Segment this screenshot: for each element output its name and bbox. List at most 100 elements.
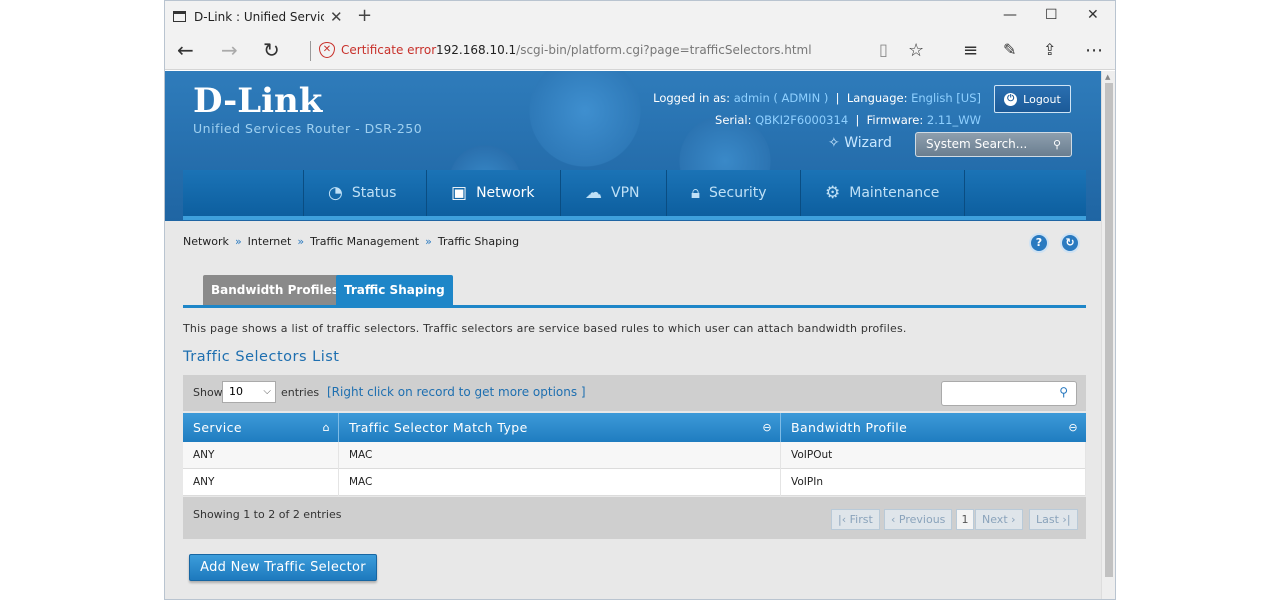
lock-icon: 🔒︎ [691, 183, 701, 203]
menu-maintenance[interactable]: ⚙ Maintenance [801, 170, 965, 216]
gears-icon: ⚙ [825, 183, 841, 203]
url-field[interactable]: 192.168.10.1/scgi-bin/platform.cgi?page=… [436, 43, 812, 57]
menu-maintenance-label: Maintenance [849, 185, 940, 201]
previous-label: Previous [898, 513, 946, 526]
column-match-type-label: Traffic Selector Match Type [349, 420, 528, 435]
title-bar: D-Link : Unified Service: ✕ + — ☐ ✕ [165, 1, 1115, 32]
table-row[interactable]: ANY MAC VoIPOut [183, 442, 1086, 469]
cell-bandwidth-profile: VoIPIn [781, 469, 1086, 496]
logout-label: Logout [1023, 92, 1061, 106]
hub-icon[interactable]: ≡ [963, 40, 978, 61]
product-subtitle: Unified Services Router - DSR-250 [193, 121, 423, 136]
certificate-error-icon[interactable]: ✕ [319, 42, 335, 58]
main-menu: ◔ Status ▣ Network ☁ VPN 🔒︎ Security ⚙ M… [183, 170, 1086, 220]
cell-service: ANY [183, 442, 339, 469]
page-number-button[interactable]: 1 [956, 509, 974, 530]
page-description: This page shows a list of traffic select… [183, 322, 907, 335]
tab-close-icon[interactable]: ✕ [330, 8, 343, 26]
next-icon: › [1007, 513, 1016, 526]
first-label: First [849, 513, 873, 526]
menu-status[interactable]: ◔ Status [303, 170, 427, 216]
web-note-icon[interactable]: ✎ [1003, 40, 1016, 59]
table-row[interactable]: ANY MAC VoIPIn [183, 469, 1086, 496]
previous-page-button[interactable]: ‹ Previous [884, 509, 953, 530]
more-icon[interactable]: ⋯ [1085, 40, 1103, 61]
share-icon[interactable]: ⇪ [1043, 40, 1056, 59]
scrollbar-thumb[interactable] [1105, 83, 1113, 577]
browser-tab[interactable]: D-Link : Unified Service: ✕ [165, 1, 351, 32]
menu-vpn-label: VPN [611, 185, 640, 201]
column-bandwidth-profile[interactable]: Bandwidth Profile ⊖ [781, 413, 1086, 442]
back-icon[interactable]: ← [177, 39, 194, 61]
last-page-button[interactable]: Last ›| [1029, 509, 1078, 530]
browser-window: D-Link : Unified Service: ✕ + — ☐ ✕ ← → … [164, 0, 1116, 600]
menu-status-label: Status [351, 185, 397, 201]
breadcrumb-network[interactable]: Network [183, 235, 229, 248]
breadcrumb-traffic-management[interactable]: Traffic Management [310, 235, 419, 248]
table-header: Service ⌂ Traffic Selector Match Type ⊖ Ba… [183, 413, 1086, 442]
entries-select[interactable]: 10 ⌵ [222, 381, 276, 403]
last-label: Last [1036, 513, 1059, 526]
new-tab-icon[interactable]: + [357, 5, 372, 26]
refresh-page-icon[interactable]: ↻ [1060, 233, 1080, 253]
vertical-scrollbar[interactable]: ▲ [1101, 71, 1115, 599]
serial-value: QBKI2F6000314 [755, 113, 849, 127]
sort-asc-icon: ⌂ [322, 421, 330, 434]
next-page-button[interactable]: Next › [975, 509, 1023, 530]
sort-icon: ⊖ [762, 421, 772, 434]
tab-traffic-shaping[interactable]: Traffic Shaping [336, 275, 453, 305]
certificate-error-label[interactable]: Certificate error [341, 43, 436, 57]
scroll-up-icon[interactable]: ▲ [1105, 73, 1110, 81]
entries-select-value: 10 [229, 385, 243, 398]
address-bar: ← → ↻ ✕ Certificate error 192.168.10.1/s… [165, 32, 1115, 70]
search-icon[interactable]: ⚲ [1059, 385, 1068, 399]
menu-security[interactable]: 🔒︎ Security [667, 170, 801, 216]
serial-label: Serial: [715, 113, 752, 127]
page-header: D-Link Unified Services Router - DSR-250… [165, 71, 1103, 221]
reading-view-icon[interactable]: ▯ [879, 40, 888, 59]
help-icon[interactable]: ? [1029, 233, 1049, 253]
logged-in-user: admin ( ADMIN ) [733, 91, 829, 105]
menu-vpn[interactable]: ☁ VPN [561, 170, 667, 216]
menu-network[interactable]: ▣ Network [427, 170, 561, 216]
tab-bandwidth-profiles[interactable]: Bandwidth Profiles [203, 275, 347, 305]
wizard-link[interactable]: ✧ Wizard [828, 135, 892, 151]
search-icon[interactable]: ⚲ [1053, 133, 1061, 156]
previous-icon: ‹ [891, 513, 899, 526]
forward-icon: → [221, 38, 238, 62]
refresh-icon[interactable]: ↻ [263, 39, 280, 61]
close-window-icon[interactable]: ✕ [1087, 7, 1099, 23]
right-click-hint: [Right click on record to get more optio… [327, 385, 586, 399]
system-search-input[interactable]: System Search... ⚲ [915, 132, 1072, 157]
breadcrumb-separator-icon: » [234, 235, 242, 248]
pagination-info: Showing 1 to 2 of 2 entries [193, 508, 342, 521]
breadcrumb-separator-icon: » [425, 235, 432, 248]
breadcrumb-internet[interactable]: Internet [248, 235, 292, 248]
page-icon [173, 11, 186, 22]
page-tabs: Bandwidth Profiles Traffic Shaping [183, 275, 1086, 308]
column-match-type[interactable]: Traffic Selector Match Type ⊖ [339, 413, 781, 442]
column-bandwidth-profile-label: Bandwidth Profile [791, 420, 908, 435]
entries-label: entries [281, 386, 320, 399]
add-traffic-selector-button[interactable]: Add New Traffic Selector [189, 554, 377, 581]
column-service[interactable]: Service ⌂ [183, 413, 339, 442]
language-value[interactable]: English [US] [911, 91, 981, 105]
first-page-button[interactable]: |‹ First [831, 509, 880, 530]
breadcrumb-traffic-shaping: Traffic Shaping [437, 235, 520, 248]
breadcrumb: Network » Internet » Traffic Management » Traf… [183, 235, 519, 248]
favorite-star-icon[interactable]: ☆ [908, 40, 924, 61]
minimize-icon[interactable]: — [1003, 7, 1017, 23]
logout-button[interactable]: ⏻ Logout [994, 85, 1071, 113]
tab-title: D-Link : Unified Service: [194, 9, 324, 24]
table-toolbar: Show 10 ⌵ entries [Right click on record… [183, 375, 1086, 411]
url-host: 192.168.10.1 [436, 43, 517, 57]
sort-icon: ⊖ [1068, 421, 1078, 434]
breadcrumb-separator-icon: » [297, 235, 305, 248]
login-info: Logged in as: admin ( ADMIN ) | Language… [653, 91, 981, 105]
last-icon: ›| [1058, 513, 1071, 526]
maximize-icon[interactable]: ☐ [1045, 7, 1058, 23]
list-title: Traffic Selectors List [183, 349, 340, 365]
url-path: /scgi-bin/platform.cgi?page=trafficSelec… [516, 43, 812, 57]
table-search-input[interactable]: ⚲ [941, 381, 1077, 406]
traffic-selectors-table: Service ⌂ Traffic Selector Match Type ⊖ Ba… [183, 413, 1086, 496]
